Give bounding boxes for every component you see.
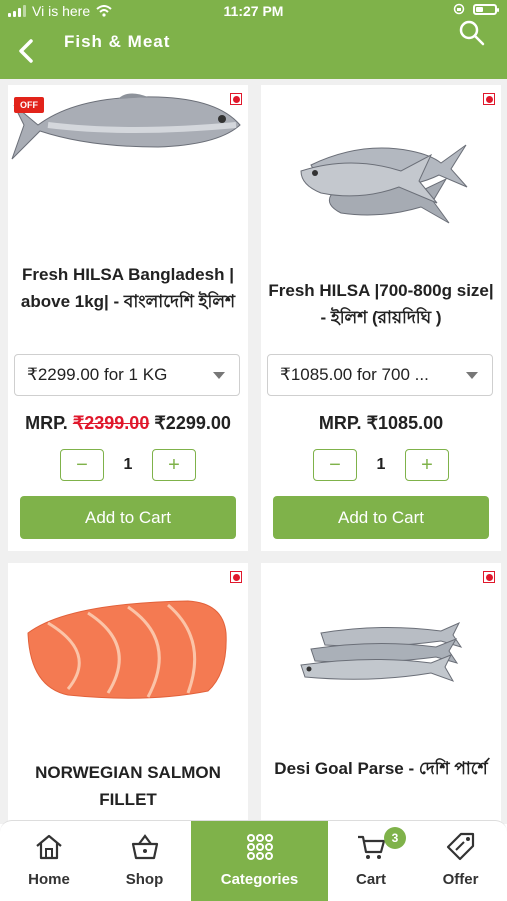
variant-value: ₹1085.00 for 700 ... <box>280 365 429 384</box>
grid-icon <box>246 834 273 860</box>
increment-button[interactable]: + <box>152 449 196 481</box>
tab-label: Cart <box>355 871 386 888</box>
mrp-old-price: ₹2399.00 <box>72 413 150 433</box>
quantity-stepper: − 1 + <box>261 449 501 481</box>
product-card[interactable]: Desi Goal Parse - দেশি পার্শে <box>261 563 501 824</box>
add-to-cart-button[interactable]: Add to Cart <box>20 496 236 539</box>
product-name[interactable]: Fresh HILSA |700-800g size| - ইলিশ (রায়… <box>267 277 495 331</box>
price-row: MRP. ₹2399.00 ₹2299.00 <box>8 413 248 434</box>
app-header: Fish & Meat <box>0 20 507 79</box>
hilsa-fish-image[interactable] <box>8 85 248 255</box>
tab-label: Shop <box>125 871 164 888</box>
battery-icon <box>473 3 499 15</box>
nonveg-indicator-icon <box>230 571 242 583</box>
mrp-label: MRP. <box>25 413 68 433</box>
status-bar: Vi is here 11:27 PM <box>0 0 507 22</box>
price-row: MRP. ₹1085.00 <box>261 413 501 434</box>
tag-icon <box>446 832 474 861</box>
nonveg-indicator-icon <box>483 93 495 105</box>
variant-select[interactable]: ₹1085.00 for 700 ... <box>267 354 493 396</box>
quantity-stepper: − 1 + <box>8 449 248 481</box>
status-time: 11:27 PM <box>223 3 284 19</box>
mrp-label: MRP. <box>318 413 362 433</box>
quantity-value: 1 <box>376 456 386 473</box>
product-card[interactable]: Fresh HILSA |700-800g size| - ইলিশ (রায়… <box>261 85 501 551</box>
cart-count-badge: 3 <box>384 827 406 849</box>
tab-categories[interactable]: Categories <box>191 821 328 901</box>
product-name[interactable]: Desi Goal Parse - দেশি পার্শে <box>267 755 495 782</box>
product-grid: OFF Fresh HILSA Bangladesh | above 1kg| … <box>0 79 507 824</box>
decrement-button[interactable]: − <box>60 449 104 481</box>
tab-offer[interactable]: Offer <box>414 821 507 901</box>
tab-label: Categories <box>220 871 299 888</box>
off-badge: OFF <box>14 97 44 113</box>
increment-button[interactable]: + <box>405 449 449 481</box>
tab-label: Offer <box>442 871 479 888</box>
hilsa-fish-image[interactable] <box>261 85 501 255</box>
tab-home[interactable]: Home <box>0 821 98 901</box>
parse-fish-image[interactable] <box>261 563 501 753</box>
nonveg-indicator-icon <box>483 571 495 583</box>
tab-label: Home <box>28 871 70 888</box>
variant-select[interactable]: ₹2299.00 for 1 KG <box>14 354 240 396</box>
product-name[interactable]: Fresh HILSA Bangladesh | above 1kg| - বা… <box>14 261 242 315</box>
chevron-down-icon <box>213 372 225 379</box>
salmon-fillet-image[interactable] <box>8 563 248 753</box>
add-to-cart-button[interactable]: Add to Cart <box>273 496 489 539</box>
home-icon <box>36 834 62 860</box>
nonveg-indicator-icon <box>230 93 242 105</box>
quantity-value: 1 <box>123 456 133 473</box>
bottom-tab-bar: Home Shop Categories Cart Offer 3 <box>0 820 507 901</box>
product-name[interactable]: NORWEGIAN SALMON FILLET <box>14 759 242 813</box>
product-card[interactable]: OFF Fresh HILSA Bangladesh | above 1kg| … <box>8 85 248 551</box>
page-title: Fish & Meat <box>64 32 171 51</box>
decrement-button[interactable]: − <box>313 449 357 481</box>
status-right <box>453 3 499 15</box>
sale-price: ₹1085.00 <box>366 413 444 433</box>
back-arrow-icon[interactable] <box>12 36 42 66</box>
chevron-down-icon <box>466 372 478 379</box>
variant-value: ₹2299.00 for 1 KG <box>27 365 168 384</box>
cart-icon <box>358 835 386 859</box>
sale-price: ₹2299.00 <box>154 413 231 433</box>
product-card[interactable]: NORWEGIAN SALMON FILLET <box>8 563 248 824</box>
tab-shop[interactable]: Shop <box>98 821 191 901</box>
basket-icon <box>131 834 158 860</box>
orientation-lock-icon <box>453 3 465 15</box>
search-icon[interactable] <box>457 18 487 48</box>
